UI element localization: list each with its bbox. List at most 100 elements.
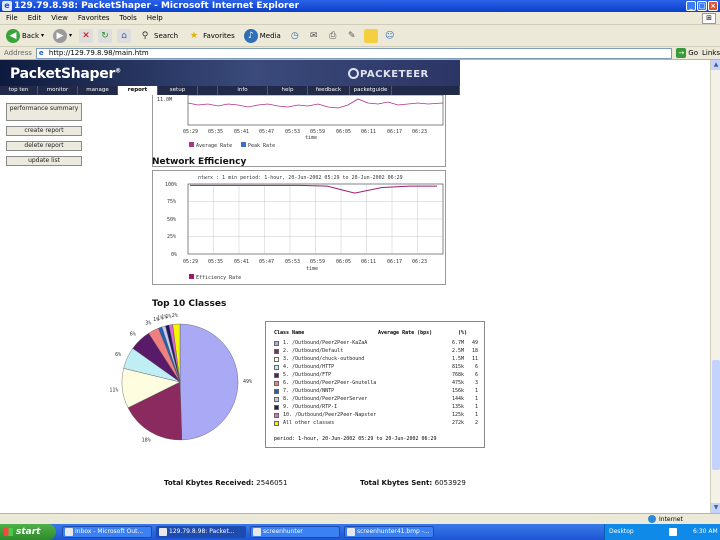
address-input[interactable]: http://129.79.8.98/main.htm (35, 47, 673, 59)
table-row: 4. /Outbound/HTTP 815k 6 (274, 364, 479, 372)
tab-report[interactable]: report (118, 86, 158, 95)
rate-plot-frame (187, 94, 444, 126)
tab-setup[interactable]: setup (158, 86, 198, 95)
rate-xtick: 06:23 (412, 129, 427, 135)
print-icon[interactable]: ⎙ (326, 29, 340, 43)
class-name-cell[interactable]: 7. /Outbound/NNTP (283, 388, 334, 394)
class-name-cell[interactable]: All other classes (283, 420, 334, 426)
history-icon[interactable]: ◷ (288, 29, 302, 43)
pie-label: 18% (142, 438, 151, 444)
create-report-button[interactable]: create report (6, 126, 82, 136)
tab-packetguide[interactable]: packetguide (350, 86, 392, 95)
tab-spacer (198, 86, 218, 95)
back-button[interactable]: ◀ Back ▾ (4, 27, 46, 45)
links-button[interactable]: Links (702, 49, 720, 57)
ie-icon: e (2, 1, 12, 11)
efficiency-title: Network Efficiency (152, 157, 247, 167)
minimize-icon[interactable]: _ (686, 1, 696, 11)
rate-xtick: 05:47 (259, 129, 274, 135)
desktop-toolbar[interactable]: Desktop (609, 524, 634, 540)
messenger-icon[interactable]: ☺ (383, 29, 397, 43)
search-button[interactable]: ⚲ Search (136, 27, 180, 45)
efficiency-xtick: 05:35 (208, 259, 223, 265)
menu-file[interactable]: File (6, 12, 18, 24)
menu-edit[interactable]: Edit (28, 12, 42, 24)
class-name-cell[interactable]: 9. /Outbound/RTP-I (283, 404, 337, 410)
efficiency-xtick: 06:17 (387, 259, 402, 265)
efficiency-chart-svg: ntwrx : 1 min period: 1-hour, 20-Jun-200… (165, 175, 444, 281)
mail-icon[interactable]: ✉ (307, 29, 321, 43)
menu-bar: File Edit View Favorites Tools Help ⊞ (0, 12, 720, 25)
rate-cell: 6.7M (451, 340, 464, 346)
start-button[interactable]: start (0, 524, 56, 540)
class-name-cell[interactable]: 6. /Outbound/Peer2Peer-Gnutella (283, 380, 376, 386)
delete-report-button[interactable]: delete report (6, 141, 82, 151)
total-sent: Total Kbytes Sent: 6053929 (360, 479, 466, 487)
home-icon[interactable]: ⌂ (117, 28, 132, 43)
legend-swatch (274, 357, 279, 362)
edit-icon[interactable]: ✎ (345, 29, 359, 43)
tab-monitor[interactable]: monitor (38, 86, 78, 95)
packeteer-logo-icon (348, 68, 359, 79)
media-button[interactable]: ♪ Media (242, 27, 283, 45)
class-name-cell[interactable]: 5. /Outbound/FTP (283, 372, 331, 378)
forward-button[interactable]: ▶ ▾ (51, 27, 74, 45)
update-list-button[interactable]: update list (6, 156, 82, 166)
ie-icon (159, 528, 167, 536)
forward-arrow-icon: ▶ (53, 28, 68, 43)
close-icon[interactable]: × (708, 1, 718, 11)
maximize-icon[interactable]: □ (697, 1, 707, 11)
address-label: Address (4, 49, 32, 57)
class-name-cell[interactable]: 8. /Outbound/Peer2PeerServer (283, 396, 367, 402)
total-sent-value: 6053929 (434, 479, 466, 487)
class-name-cell[interactable]: 2. /Outbound/Default (283, 348, 343, 354)
task-outlook[interactable]: Inbox - Microsoft Out... (62, 526, 152, 538)
efficiency-xtick: 05:29 (183, 259, 198, 265)
windows-logo-icon: ⊞ (702, 13, 716, 24)
scroll-thumb[interactable] (712, 360, 720, 470)
rate-xtick: 06:11 (361, 129, 376, 135)
tab-manage[interactable]: manage (78, 86, 118, 95)
efficiency-xtick: 05:41 (234, 259, 249, 265)
screenhunter-icon (253, 528, 261, 536)
class-name-cell[interactable]: 1. /Outbound/Peer2Peer-KaZaA (283, 340, 367, 346)
rate-xtick: 05:35 (208, 129, 223, 135)
menu-tools[interactable]: Tools (120, 12, 137, 24)
tab-spacer-end (392, 86, 460, 95)
packetshaper-logo: PacketShaper® (10, 66, 121, 82)
tab-info[interactable]: info (218, 86, 268, 95)
vertical-scrollbar[interactable]: ▲ ▼ (710, 60, 720, 513)
scroll-down-icon[interactable]: ▼ (711, 503, 720, 513)
table-row: 7. /Outbound/NNTP 156k 1 (274, 388, 479, 396)
menu-view[interactable]: View (51, 12, 68, 24)
top10-pie-chart: 49%18%11%6%6%3%1%1%1%1% 2% (110, 313, 252, 444)
toolbar: ◀ Back ▾ ▶ ▾ ✕ ↻ ⌂ ⚲ Search ★ Favorites … (0, 25, 720, 47)
refresh-icon[interactable]: ↻ (98, 28, 113, 43)
menu-favorites[interactable]: Favorites (78, 12, 110, 24)
task-paint[interactable]: screenhunter41.bmp -... (344, 526, 434, 538)
menu-help[interactable]: Help (147, 12, 163, 24)
tab-feedback[interactable]: feedback (308, 86, 350, 95)
pie-label: 2% (172, 313, 178, 319)
rate-cell: 475k (451, 380, 464, 386)
class-name-cell[interactable]: 3. /Outbound/chuck-outbound (283, 356, 364, 362)
tab-top-ten[interactable]: top ten (0, 86, 38, 95)
tray-icon[interactable] (669, 528, 677, 536)
title-bar[interactable]: e 129.79.8.98: PacketShaper - Microsoft … (0, 0, 720, 12)
folder-icon[interactable] (363, 28, 378, 43)
tab-help[interactable]: help (268, 86, 308, 95)
performance-summary-button[interactable]: performance summary (6, 103, 82, 121)
percent-cell: 3 (474, 380, 478, 386)
legend-swatch (274, 413, 279, 418)
task-screenhunter[interactable]: screenhunter (250, 526, 340, 538)
favorites-button[interactable]: ★ Favorites (185, 27, 237, 45)
class-name-cell[interactable]: 4. /Outbound/HTTP (283, 364, 334, 370)
class-name-cell[interactable]: 10. /Outbound/Peer2Peer-Napster (283, 412, 376, 418)
rate-xlabel: time (305, 135, 317, 141)
task-ie[interactable]: 129.79.8.98: Packet... (156, 526, 246, 538)
stop-icon[interactable]: ✕ (79, 28, 94, 43)
go-button[interactable]: → Go (676, 48, 698, 58)
table-row: 5. /Outbound/FTP 768k 6 (274, 372, 479, 380)
scroll-up-icon[interactable]: ▲ (711, 60, 720, 70)
rate-xtick: 06:17 (387, 129, 402, 135)
